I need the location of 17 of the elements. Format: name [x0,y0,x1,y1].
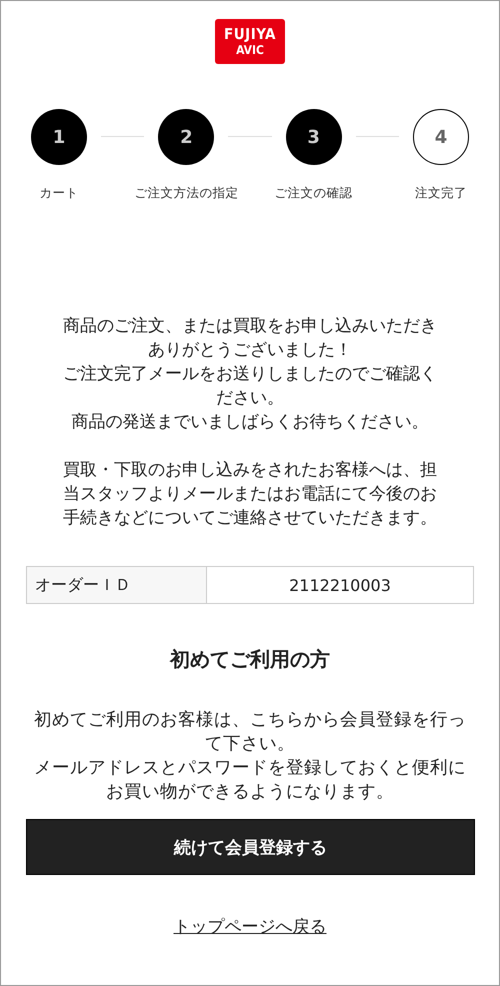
info-paragraph: 初めてご利用のお客様は、こちらから会員登録を行って下さい。 メールアドレスとパスワードを登録しておくと便利にお買い物ができるようになります。 [33,709,467,804]
message-paragraph: 商品のご注文、または買取をお申し込みいただきありがとうございました！ ご注文完了メールをお送りしましたのでご確認ください。 商品の発送までいましばらくお待ちください。 [62,315,438,434]
step-label: 注文完了 [414,185,467,202]
section-heading: 初めてご利用の方 [168,646,331,673]
step-number: 2 [158,109,214,165]
step-label: カート [40,185,78,202]
step-number: 3 [286,109,342,165]
step-label: ご注文方法の指定 [134,185,238,202]
register-button[interactable]: 続けて会員登録する [26,819,475,875]
message-paragraph: 買取・下取のお申し込みをされたお客様へは、担当スタッフよりメールまたはお電話にて今後のお手続きなどについてご連絡させていただきます。 [62,459,438,530]
order-id-label: オーダーＩＤ [27,567,207,603]
order-id-value: 2112210003 [288,574,392,596]
top-page-link[interactable]: トップページへ戻る [174,915,326,938]
step-number: 1 [31,109,87,165]
logo[interactable]: FUJIYA AVIC [215,19,285,64]
step-number: 4 [412,109,469,165]
step-label: ご注文の確認 [274,185,353,202]
